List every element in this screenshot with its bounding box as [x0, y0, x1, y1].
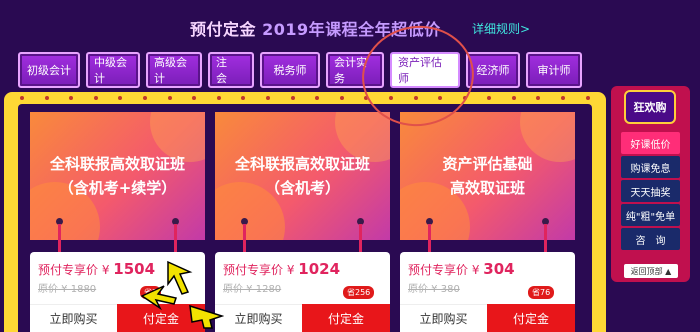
hanger-peg — [172, 218, 179, 254]
side-menu-item[interactable]: 好课低价 — [621, 132, 680, 154]
course-card: 全科联报高效取证班 （含机考） 预付专享价 ¥ 1024 原价 ¥ 1280 省… — [215, 112, 390, 332]
back-to-top-button[interactable]: 返回顶部 ▲ — [624, 264, 678, 278]
price-value: 1024 — [298, 260, 341, 278]
arrow-right-icon — [167, 260, 193, 295]
price-label: 预付专享价 ¥ — [408, 263, 484, 277]
side-menu-item[interactable]: 购课免息 — [621, 156, 680, 178]
annotation-arrows — [140, 260, 224, 329]
nav-tab[interactable]: 注 会 — [208, 52, 254, 88]
nav-tab[interactable]: 税务师 — [260, 52, 320, 88]
side-menu-item[interactable]: 咨 询 — [621, 228, 680, 250]
arrow-left-icon — [140, 285, 177, 311]
nav-tab[interactable]: 初级会计 — [18, 52, 80, 88]
nav-tab[interactable]: 高级会计 — [146, 52, 202, 88]
course-title: 资产评估基础 高效取证班 — [442, 155, 533, 197]
presale-price: 预付专享价 ¥ 1024 — [223, 260, 340, 278]
side-menu-item[interactable]: 纯"粗"免单 — [621, 204, 680, 226]
category-nav: 初级会计 中级会计 高级会计注 会税务师 会计实务 资产评估师 经济师 审计师 — [18, 52, 582, 88]
hanger-peg — [241, 218, 248, 254]
savings-badge: 省256 — [343, 286, 375, 299]
price-label: 预付专享价 ¥ — [223, 263, 299, 277]
hanger-peg — [56, 218, 63, 254]
price-value: 304 — [483, 260, 515, 278]
rules-link[interactable]: 详细规则> — [472, 20, 530, 37]
arrow-bottom-icon — [189, 304, 224, 329]
side-menu: 狂欢购 好课低价 购课免息 天天抽奖 纯"粗"免单咨 询 — [611, 86, 690, 282]
side-menu-head: 狂欢购 — [624, 90, 676, 124]
course-title: 全科联报高效取证班 （含机考+续学） — [49, 155, 185, 197]
buy-now-button[interactable]: 立即购买 — [215, 304, 302, 332]
nav-tab[interactable]: 经济师 — [466, 52, 520, 88]
nav-tab[interactable]: 审计师 — [526, 52, 582, 88]
title-prefix: 预付定金 — [190, 20, 263, 39]
course-card: 资产评估基础 高效取证班 预付专享价 ¥ 304 原价 ¥ 380 省76 立即… — [400, 112, 575, 332]
hanger-peg — [426, 218, 433, 254]
course-title: 全科联报高效取证班 （含机考） — [234, 155, 370, 197]
pay-deposit-button[interactable]: 付定金 — [487, 304, 575, 332]
hanger-peg — [357, 218, 364, 254]
marquee-dots — [20, 96, 590, 102]
original-price: 原价 ¥ 1280 — [223, 284, 282, 295]
buy-now-button[interactable]: 立即购买 — [400, 304, 487, 332]
buy-now-button[interactable]: 立即购买 — [30, 304, 117, 332]
pay-deposit-button[interactable]: 付定金 — [302, 304, 390, 332]
price-label: 预付专享价 ¥ — [38, 263, 114, 277]
nav-tab[interactable]: 中级会计 — [86, 52, 140, 88]
hanger-peg — [542, 218, 549, 254]
presale-price: 预付专享价 ¥ 1504 — [38, 260, 155, 278]
original-price: 原价 ¥ 1880 — [38, 284, 97, 295]
presale-price: 预付专享价 ¥ 304 — [408, 260, 515, 278]
original-price: 原价 ¥ 380 — [408, 284, 460, 295]
side-menu-item[interactable]: 天天抽奖 — [621, 180, 680, 202]
savings-badge: 省76 — [528, 286, 555, 299]
